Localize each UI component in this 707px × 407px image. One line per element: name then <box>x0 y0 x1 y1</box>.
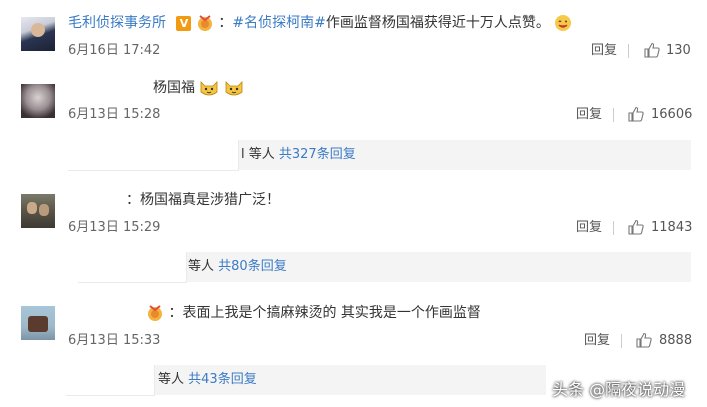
like-count: 8888 <box>659 333 693 348</box>
sub-reply-users: 等人 <box>188 259 215 274</box>
comment-date: 6月13日 15:28 <box>68 107 161 122</box>
cat-face-emoji-icon <box>201 81 218 96</box>
watermark: 头条 @隔夜说动漫 <box>552 380 686 399</box>
comment-text: ：表面上我是个搞麻辣烫的 其实我是一个作画监督 <box>168 305 481 321</box>
author-name[interactable]: 毛利侦探事务所 <box>68 15 166 31</box>
comment-content: 毛利侦探事务所 V ：#名侦探柯南#作画监督杨国福获得近十万人点赞。 <box>68 14 572 32</box>
verified-badge: V <box>176 15 192 31</box>
reply-button[interactable]: 回复 <box>584 333 610 349</box>
sub-reply-avatars <box>78 252 187 283</box>
like-count: 130 <box>666 43 691 58</box>
comment-content: 杨国福 <box>153 79 244 97</box>
cat-face-emoji-icon <box>225 81 243 96</box>
divider <box>628 44 629 58</box>
divider <box>621 334 622 348</box>
comment-date: 6月16日 17:42 <box>68 43 161 58</box>
avatar[interactable] <box>21 17 55 51</box>
comment-prefix: ： <box>218 15 233 31</box>
view-replies-link[interactable]: 共43条回复 <box>188 372 257 387</box>
sub-reply-avatars <box>68 140 239 171</box>
view-replies-link[interactable]: 共327条回复 <box>279 147 356 162</box>
wink-emoji-icon <box>555 15 572 31</box>
sub-replies-box: 等人 共80条回复 <box>78 252 691 283</box>
like-count: 16606 <box>651 107 693 122</box>
thumbs-up-icon[interactable] <box>644 42 660 58</box>
avatar[interactable] <box>21 84 55 118</box>
avatar[interactable] <box>21 194 55 228</box>
comment-content: ：表面上我是个搞麻辣烫的 其实我是一个作画监督 <box>146 304 481 322</box>
sub-replies-box: l 等人 共327条回复 <box>68 140 691 171</box>
thumbs-up-icon[interactable] <box>636 332 652 348</box>
sub-reply-summary: 等人 共80条回复 <box>188 259 287 275</box>
divider <box>613 108 614 122</box>
comment-date: 6月13日 15:33 <box>68 333 161 348</box>
medal-emoji-icon <box>197 15 212 31</box>
thumbs-up-icon[interactable] <box>628 219 644 235</box>
sub-reply-users: l 等人 <box>241 147 275 162</box>
like-count: 11843 <box>651 220 693 235</box>
divider <box>613 221 614 235</box>
hashtag-link[interactable]: #名侦探柯南# <box>232 15 325 31</box>
reply-button[interactable]: 回复 <box>591 43 617 59</box>
reply-button[interactable]: 回复 <box>576 107 602 123</box>
comment-text: 杨国福 <box>153 80 195 96</box>
comment-date: 6月13日 15:29 <box>68 220 161 235</box>
sub-reply-summary: 等人 共43条回复 <box>158 372 257 388</box>
thumbs-up-icon[interactable] <box>628 106 644 122</box>
sub-reply-summary: l 等人 共327条回复 <box>241 147 356 163</box>
sub-replies-box: 等人 共43条回复 <box>66 365 546 396</box>
medal-emoji-icon <box>148 305 162 321</box>
sub-reply-avatars <box>66 365 155 396</box>
comment-text: 作画监督杨国福获得近十万人点赞。 <box>325 15 550 31</box>
comment-text: ：杨国福真是涉猎广泛！ <box>126 192 280 208</box>
avatar[interactable] <box>21 306 55 340</box>
view-replies-link[interactable]: 共80条回复 <box>218 259 287 274</box>
reply-button[interactable]: 回复 <box>576 220 602 236</box>
sub-reply-users: 等人 <box>158 372 185 387</box>
